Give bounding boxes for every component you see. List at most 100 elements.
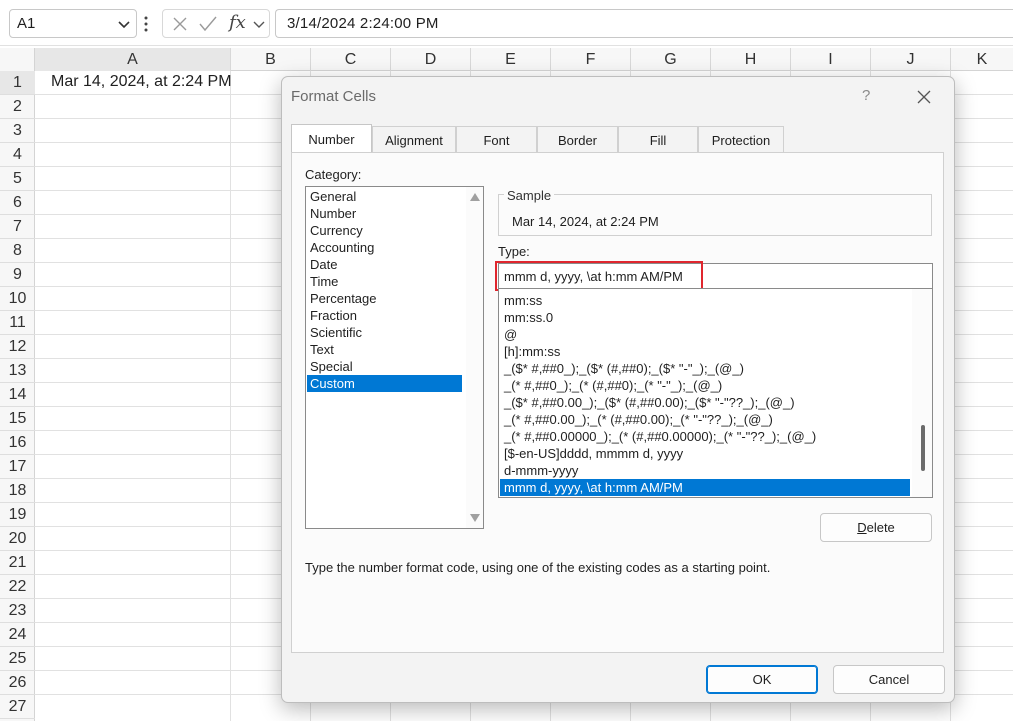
row-header[interactable]: 15 bbox=[0, 407, 35, 431]
row-header[interactable]: 23 bbox=[0, 599, 35, 623]
row-header[interactable]: 12 bbox=[0, 335, 35, 359]
category-item[interactable]: Date bbox=[307, 256, 462, 273]
row-header[interactable]: 13 bbox=[0, 359, 35, 383]
column-header-f[interactable]: F bbox=[551, 48, 631, 71]
type-item[interactable]: _(* #,##0.00000_);_(* (#,##0.00000);_(* … bbox=[500, 428, 910, 445]
column-header-k[interactable]: K bbox=[951, 48, 1013, 71]
row-header[interactable]: 18 bbox=[0, 479, 35, 503]
column-header-b[interactable]: B bbox=[231, 48, 311, 71]
category-scrollbar[interactable] bbox=[466, 187, 483, 528]
type-item[interactable]: _($* #,##0_);_($* (#,##0);_($* "-"_);_(@… bbox=[500, 360, 910, 377]
formula-input[interactable]: 3/14/2024 2:24:00 PM bbox=[275, 9, 1013, 38]
scroll-down-icon[interactable] bbox=[470, 514, 480, 522]
row-headers: 1 2 3 4 5 6 7 8 9 10 11 12 13 14 15 16 1… bbox=[0, 71, 35, 721]
column-header-g[interactable]: G bbox=[631, 48, 711, 71]
type-item[interactable]: d-mmm-yyyy bbox=[500, 462, 910, 479]
chevron-down-icon[interactable] bbox=[253, 18, 265, 30]
formula-value: 3/14/2024 2:24:00 PM bbox=[287, 15, 439, 32]
row-header[interactable]: 22 bbox=[0, 575, 35, 599]
column-header-c[interactable]: C bbox=[311, 48, 391, 71]
type-label: Type: bbox=[498, 244, 530, 259]
column-header-i[interactable]: I bbox=[791, 48, 871, 71]
row-header[interactable]: 19 bbox=[0, 503, 35, 527]
column-header-a[interactable]: A bbox=[35, 48, 231, 71]
type-item[interactable]: _($* #,##0.00_);_($* (#,##0.00);_($* "-"… bbox=[500, 394, 910, 411]
check-icon[interactable] bbox=[199, 16, 217, 32]
row-header[interactable]: 2 bbox=[0, 95, 35, 119]
more-options-icon[interactable] bbox=[143, 14, 149, 34]
row-header[interactable]: 21 bbox=[0, 551, 35, 575]
row-header[interactable]: 5 bbox=[0, 167, 35, 191]
category-item[interactable]: Fraction bbox=[307, 307, 462, 324]
row-header[interactable]: 14 bbox=[0, 383, 35, 407]
fx-icon[interactable]: fx bbox=[229, 12, 246, 33]
row-header[interactable]: 24 bbox=[0, 623, 35, 647]
row-header[interactable]: 27 bbox=[0, 695, 35, 719]
row-header[interactable]: 6 bbox=[0, 191, 35, 215]
tab-border[interactable]: Border bbox=[537, 126, 618, 153]
type-item[interactable]: _(* #,##0.00_);_(* (#,##0.00);_(* "-"??_… bbox=[500, 411, 910, 428]
category-item[interactable]: Percentage bbox=[307, 290, 462, 307]
row-header[interactable]: 3 bbox=[0, 119, 35, 143]
column-header-h[interactable]: H bbox=[711, 48, 791, 71]
number-tab-panel: Category: General Number Currency Accoun… bbox=[291, 152, 944, 653]
category-item-selected[interactable]: Custom bbox=[307, 375, 462, 392]
row-header[interactable]: 16 bbox=[0, 431, 35, 455]
category-item[interactable]: General bbox=[307, 188, 462, 205]
dialog-title: Format Cells bbox=[291, 88, 377, 105]
name-box[interactable]: A1 bbox=[9, 9, 137, 38]
column-header-e[interactable]: E bbox=[471, 48, 551, 71]
row-header[interactable]: 10 bbox=[0, 287, 35, 311]
tab-font[interactable]: Font bbox=[456, 126, 537, 153]
type-item-selected[interactable]: mmm d, yyyy, \at h:mm AM/PM bbox=[500, 479, 910, 496]
chevron-down-icon bbox=[118, 21, 130, 29]
tab-number[interactable]: Number bbox=[291, 124, 372, 154]
category-item[interactable]: Scientific bbox=[307, 324, 462, 341]
column-header-j[interactable]: J bbox=[871, 48, 951, 71]
category-item[interactable]: Accounting bbox=[307, 239, 462, 256]
type-item[interactable]: mm:ss.0 bbox=[500, 309, 910, 326]
row-header[interactable]: 4 bbox=[0, 143, 35, 167]
category-item[interactable]: Text bbox=[307, 341, 462, 358]
row-header[interactable]: 8 bbox=[0, 239, 35, 263]
delete-button[interactable]: Delete bbox=[820, 513, 932, 542]
row-header[interactable]: 25 bbox=[0, 647, 35, 671]
type-item[interactable]: @ bbox=[500, 326, 910, 343]
type-item[interactable]: _(* #,##0_);_(* (#,##0);_(* "-"_);_(@_) bbox=[500, 377, 910, 394]
help-button[interactable]: ? bbox=[862, 87, 870, 104]
category-list[interactable]: General Number Currency Accounting Date … bbox=[305, 186, 484, 529]
x-icon[interactable] bbox=[172, 16, 188, 32]
type-list[interactable]: mm:ss mm:ss.0 @ [h]:mm:ss _($* #,##0_);_… bbox=[498, 288, 933, 498]
row-header[interactable]: 1 bbox=[0, 71, 35, 95]
row-header[interactable]: 11 bbox=[0, 311, 35, 335]
category-item[interactable]: Currency bbox=[307, 222, 462, 239]
category-item[interactable]: Number bbox=[307, 205, 462, 222]
row-header[interactable]: 26 bbox=[0, 671, 35, 695]
type-list-scrollbar[interactable] bbox=[912, 289, 932, 497]
tab-alignment[interactable]: Alignment bbox=[372, 126, 456, 153]
type-item[interactable]: mm:ss bbox=[500, 292, 910, 309]
format-cells-dialog: Format Cells ? Number Alignment Font Bor… bbox=[281, 76, 955, 703]
close-icon[interactable] bbox=[916, 89, 932, 105]
cell-a1[interactable]: Mar 14, 2024, at 2:24 PM bbox=[51, 73, 232, 91]
scrollbar-thumb[interactable] bbox=[921, 425, 925, 471]
column-headers: A B C D E F G H I J K bbox=[0, 48, 1013, 71]
delete-label-mnemonic: D bbox=[857, 520, 867, 535]
column-header-d[interactable]: D bbox=[391, 48, 471, 71]
row-header[interactable]: 17 bbox=[0, 455, 35, 479]
tab-fill[interactable]: Fill bbox=[618, 126, 698, 153]
category-item[interactable]: Special bbox=[307, 358, 462, 375]
type-item[interactable]: [$-en-US]dddd, mmmm d, yyyy bbox=[500, 445, 910, 462]
type-item[interactable]: [h]:mm:ss bbox=[500, 343, 910, 360]
row-header[interactable]: 20 bbox=[0, 527, 35, 551]
cancel-button[interactable]: Cancel bbox=[833, 665, 945, 694]
category-item[interactable]: Time bbox=[307, 273, 462, 290]
tab-protection[interactable]: Protection bbox=[698, 126, 784, 153]
select-all-corner[interactable] bbox=[0, 48, 35, 71]
name-box-value: A1 bbox=[17, 15, 36, 32]
row-header[interactable]: 9 bbox=[0, 263, 35, 287]
scroll-up-icon[interactable] bbox=[470, 193, 480, 201]
ok-button[interactable]: OK bbox=[706, 665, 818, 694]
row-header[interactable]: 7 bbox=[0, 215, 35, 239]
formula-tools: fx bbox=[162, 9, 270, 38]
